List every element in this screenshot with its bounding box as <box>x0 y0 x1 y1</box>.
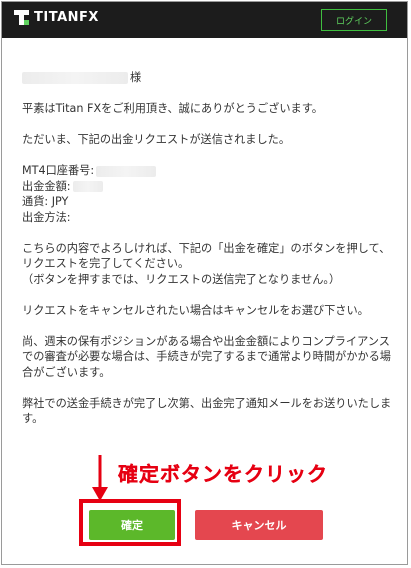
account-number-label: MT4口座番号: <box>22 164 95 177</box>
email-body: 様 平素はTitan FXをご利用頂き、誠にありがとうございます。 ただいま、下… <box>22 70 394 442</box>
instruction-text: こちらの内容でよろしければ、下記の「出金を確定」のボタンを押して、リクエストを完… <box>22 241 391 286</box>
titanfx-logo-icon <box>14 10 29 25</box>
intro-text: ただいま、下記の出金リクエストが送信されました。 <box>22 133 291 146</box>
redacted-customer-name <box>22 72 128 84</box>
cancel-note-text: リクエストをキャンセルされたい場合はキャンセルをお選び下さい。 <box>22 303 369 317</box>
email-header: TITANFX ログイン <box>2 2 407 38</box>
cancel-button[interactable]: キャンセル <box>195 510 323 540</box>
withdrawal-details: MT4口座番号: 出金金額: 通貨: JPY 出金方法: <box>22 163 394 225</box>
login-button[interactable]: ログイン <box>321 9 387 31</box>
redacted-amount <box>72 181 103 192</box>
redacted-account-number <box>96 165 157 177</box>
arrow-down-icon <box>92 455 108 501</box>
amount-label: 出金金額: <box>22 179 71 193</box>
closing-note-text: 弊社での送金手続きが完了し次第、出金完了通知メールをお送りいたします。 <box>22 396 392 426</box>
greeting-text: 平素はTitan FXをご利用頂き、誠にありがとうございます。 <box>22 102 323 115</box>
method-label: 出金方法: <box>22 210 71 224</box>
compliance-note-text: 尚、週末の保有ポジションがある場合や出金金額によりコンプライアンスでの審査が必要… <box>22 334 391 379</box>
annotation-label: 確定ボタンをクリック <box>118 462 328 486</box>
currency-label: 通貨: JPY <box>22 195 69 208</box>
titanfx-logo: TITANFX <box>14 10 99 25</box>
logo-text: TITANFX <box>34 10 99 25</box>
salutation: 様 <box>22 70 394 86</box>
confirm-highlight-box <box>79 499 181 546</box>
